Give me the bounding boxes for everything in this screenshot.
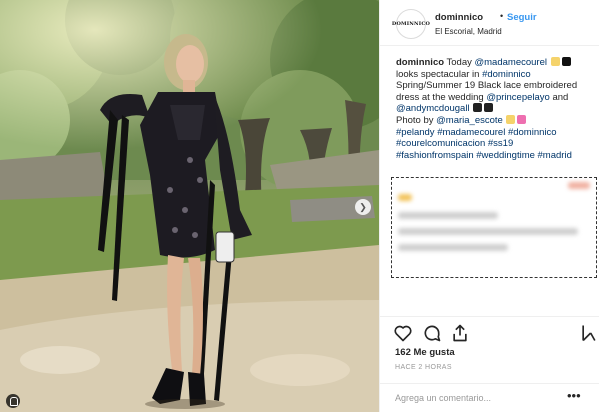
caption-text: looks spectacular in [396,68,483,80]
bookmark-icon[interactable] [579,323,599,343]
blurred-bar [398,212,498,219]
blurred-bar [398,244,508,251]
pink-heart-emoji-icon [517,114,527,124]
blurred-bar [398,194,412,201]
mention-link[interactable]: @andymcdougall [396,103,470,114]
caption-text: Today [444,57,475,68]
comment-bar: ••• [379,383,599,412]
mention-link[interactable]: @princepelayo [486,92,550,103]
comment-icon[interactable] [422,323,442,343]
username-link[interactable]: dominnico [435,12,483,23]
caption-text: and [549,91,569,103]
comment-input[interactable] [395,390,545,406]
mention-link[interactable]: @maria_escote [436,115,503,126]
separator-dot: • [500,11,504,21]
mention-link[interactable]: @madamecourel [475,57,547,68]
blurred-comments-region [391,177,597,278]
top-hat-emoji-icon [473,103,483,113]
blurred-bar [398,228,578,235]
clap-emoji-icon [550,57,560,66]
more-options-button[interactable]: ••• [567,389,581,402]
share-icon[interactable] [450,323,470,343]
hashtag-list[interactable]: #pelandy #madamecourel #dominnico #coure… [396,127,572,161]
top-hat-emoji-icon [484,103,494,113]
black-heart-emoji-icon [561,57,571,66]
caption-author[interactable]: dominnico [396,57,444,68]
hashtag-link[interactable]: #dominnico [482,69,531,80]
clap-emoji-icon [506,114,516,124]
likes-count[interactable]: 162 Me gusta [395,347,455,358]
blurred-bar [568,182,590,189]
user-tag-icon[interactable] [6,394,20,408]
caption-text: Photo by [396,114,437,126]
post-header: DOMINNICO dominnico • Seguir El Escorial… [380,0,599,46]
avatar[interactable]: DOMINNICO [392,9,430,39]
post-timestamp[interactable]: HACE 2 HORAS [395,364,452,371]
follow-button[interactable]: Seguir [507,12,537,23]
heart-icon[interactable] [393,323,413,343]
location-link[interactable]: El Escorial, Madrid [435,27,502,36]
chevron-right-icon[interactable]: ❯ [355,199,371,215]
post-actions-bar [379,316,599,346]
photo-illustration [0,0,379,412]
post-caption: dominnico Today @madamecourel looks spec… [396,57,592,161]
post-photo[interactable]: ❯ [0,0,379,412]
